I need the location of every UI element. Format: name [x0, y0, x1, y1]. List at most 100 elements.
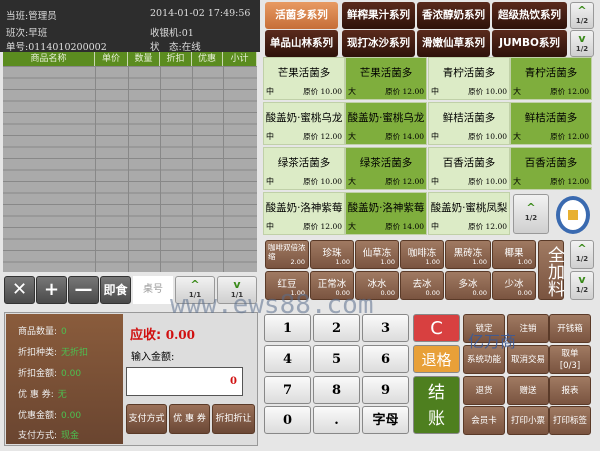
- product-tile[interactable]: 绿茶活菌多大 原价 12.00: [345, 147, 427, 190]
- topping-name: 红豆: [277, 279, 297, 290]
- column-divider: [223, 66, 224, 272]
- topping-button[interactable]: 仙草冻 1.00: [355, 240, 399, 269]
- product-price: 原价 10.00: [303, 177, 342, 186]
- topping-button[interactable]: 去冰 0.00: [400, 271, 444, 300]
- topping-button[interactable]: 少冰 0.00: [492, 271, 536, 300]
- item-count: 0: [61, 327, 67, 337]
- category-page-down[interactable]: v 1/2: [570, 30, 594, 57]
- function-button[interactable]: 打印小票: [507, 406, 549, 435]
- product-tile[interactable]: 酸盖奶·洛神紫莓大 原价 14.00: [345, 192, 427, 235]
- category-tab[interactable]: 活菌多系列: [265, 2, 338, 29]
- product-tile[interactable]: 酸盖奶·洛神紫莓中 原价 12.00: [263, 192, 345, 235]
- all-toppings-button[interactable]: 全加料: [538, 240, 564, 300]
- category-tab[interactable]: 香浓醇奶系列: [417, 2, 490, 29]
- label: 折扣金额:: [18, 369, 58, 379]
- product-tile[interactable]: 鲜桔活菌多中 原价 10.00: [428, 102, 510, 145]
- header-info: 当班:管理员 2014-01-02 17:49:56 班次:早班 收银机:01 …: [0, 0, 260, 53]
- payment-method: 现金: [61, 431, 80, 441]
- decrease-qty-button[interactable]: —: [68, 276, 99, 304]
- key-letters[interactable]: 字母: [362, 406, 409, 434]
- function-button[interactable]: 打印标签: [549, 406, 591, 435]
- increase-qty-button[interactable]: +: [36, 276, 67, 304]
- topping-name: 少冰: [504, 279, 524, 290]
- product-tile[interactable]: 百香活菌多中 原价 10.00: [428, 147, 510, 190]
- key-8[interactable]: 8: [313, 376, 360, 404]
- product-size: 中: [266, 132, 274, 141]
- topping-button[interactable]: 咖啡冻 1.00: [400, 240, 444, 269]
- product-name: 鲜桔活菌多: [524, 112, 578, 124]
- key-5[interactable]: 5: [313, 345, 360, 373]
- column-header: 小计: [223, 52, 257, 66]
- checkout-button[interactable]: 结账: [413, 376, 460, 434]
- coupon-button[interactable]: 优 惠 券: [169, 404, 210, 434]
- dine-in-button[interactable]: 即食: [100, 276, 131, 304]
- product-page-up[interactable]: ^ 1/2: [513, 194, 549, 234]
- product-tile[interactable]: 青柠活菌多中 原价 10.00: [428, 57, 510, 100]
- function-button[interactable]: 赠送: [507, 376, 549, 405]
- product-tile[interactable]: 鲜桔活菌多大 原价 12.00: [510, 102, 592, 145]
- topping-page-up[interactable]: ^ 1/2: [570, 240, 594, 269]
- product-name: 芒果活菌多: [277, 67, 331, 79]
- key-7[interactable]: 7: [264, 376, 311, 404]
- product-tile[interactable]: 芒果活菌多中 原价 10.00: [263, 57, 345, 100]
- table-number-input[interactable]: 桌号: [133, 276, 173, 304]
- product-price: 原价 12.00: [385, 87, 424, 96]
- clear-button[interactable]: C: [413, 314, 460, 342]
- page-indicator: 1/2: [524, 214, 538, 222]
- category-tab[interactable]: 超级热饮系列: [492, 2, 567, 29]
- category-tab[interactable]: 鲜榨果汁系列: [342, 2, 415, 29]
- product-name: 酸盖奶·洛神紫莓: [265, 202, 343, 214]
- column-header: 优惠: [192, 52, 223, 66]
- key-4[interactable]: 4: [264, 345, 311, 373]
- status: 状 态:在线: [150, 42, 201, 53]
- topping-button[interactable]: 咖啡双倍浓缩 2.00: [265, 240, 309, 269]
- function-button[interactable]: 开钱箱: [549, 314, 591, 343]
- discount-button[interactable]: 折扣折让: [212, 404, 255, 434]
- product-name: 芒果活菌多: [359, 67, 413, 79]
- product-tile[interactable]: 酸盖奶·蜜桃乌龙中 原价 12.00: [263, 102, 345, 145]
- product-tile[interactable]: 绿茶活菌多中 原价 10.00: [263, 147, 345, 190]
- page-indicator: 1/2: [575, 286, 589, 294]
- category-tab[interactable]: JUMBO系列: [492, 30, 567, 57]
- product-size: 大: [513, 177, 521, 186]
- chevron-down-icon: v: [578, 32, 586, 45]
- key-dot[interactable]: .: [313, 406, 360, 434]
- order-number: 单号:0114010200002: [6, 42, 107, 53]
- category-page-up[interactable]: ^ 1/2: [570, 2, 594, 29]
- function-button[interactable]: 取单 [0/3]: [549, 345, 591, 374]
- product-name: 绿茶活菌多: [277, 157, 331, 169]
- key-9[interactable]: 9: [362, 376, 409, 404]
- function-button[interactable]: 退货: [463, 376, 505, 405]
- product-size: 中: [266, 222, 274, 231]
- payment-method-button[interactable]: 支付方式: [126, 404, 167, 434]
- product-price: 原价 10.00: [468, 177, 507, 186]
- function-button[interactable]: 报表: [549, 376, 591, 405]
- order-summary: 商品数量: 0 折扣种类: 无折扣 折扣金额: 0.00 优 惠 券: 无 优惠金额: 0…: [6, 314, 123, 444]
- topping-button[interactable]: 珍珠 1.00: [310, 240, 354, 269]
- product-tile[interactable]: 青柠活菌多大 原价 12.00: [510, 57, 592, 100]
- order-table[interactable]: [3, 66, 257, 272]
- datetime: 2014-01-02 17:49:56: [150, 8, 251, 19]
- column-divider: [95, 66, 96, 272]
- function-button[interactable]: 会员卡: [463, 406, 505, 435]
- category-tab[interactable]: 现打冰沙系列: [342, 30, 415, 57]
- topping-button[interactable]: 多冰 0.00: [445, 271, 491, 300]
- topping-button[interactable]: 黑砖冻 1.00: [445, 240, 491, 269]
- category-tab[interactable]: 单品山林系列: [265, 30, 338, 57]
- key-6[interactable]: 6: [362, 345, 409, 373]
- product-tile[interactable]: 酸盖奶·蜜桃凤梨中 原价 12.00: [428, 192, 510, 235]
- backspace-button[interactable]: 退格: [413, 345, 460, 373]
- amount-input[interactable]: 0: [126, 367, 243, 396]
- topping-page-down[interactable]: v 1/2: [570, 271, 594, 300]
- product-tile[interactable]: 百香活菌多大 原价 12.00: [510, 147, 592, 190]
- category-tab[interactable]: 滑嫩仙草系列: [417, 30, 490, 57]
- topping-button[interactable]: 椰果 1.00: [492, 240, 536, 269]
- chevron-up-icon: ^: [526, 201, 536, 214]
- product-tile[interactable]: 酸盖奶·蜜桃乌龙大 原价 14.00: [345, 102, 427, 145]
- topping-price: 1.00: [425, 258, 440, 266]
- product-price: 原价 14.00: [385, 132, 424, 141]
- delete-item-button[interactable]: ✕: [4, 276, 35, 304]
- product-tile[interactable]: 芒果活菌多大 原价 12.00: [345, 57, 427, 100]
- key-0[interactable]: 0: [264, 406, 311, 434]
- product-size: 大: [348, 177, 356, 186]
